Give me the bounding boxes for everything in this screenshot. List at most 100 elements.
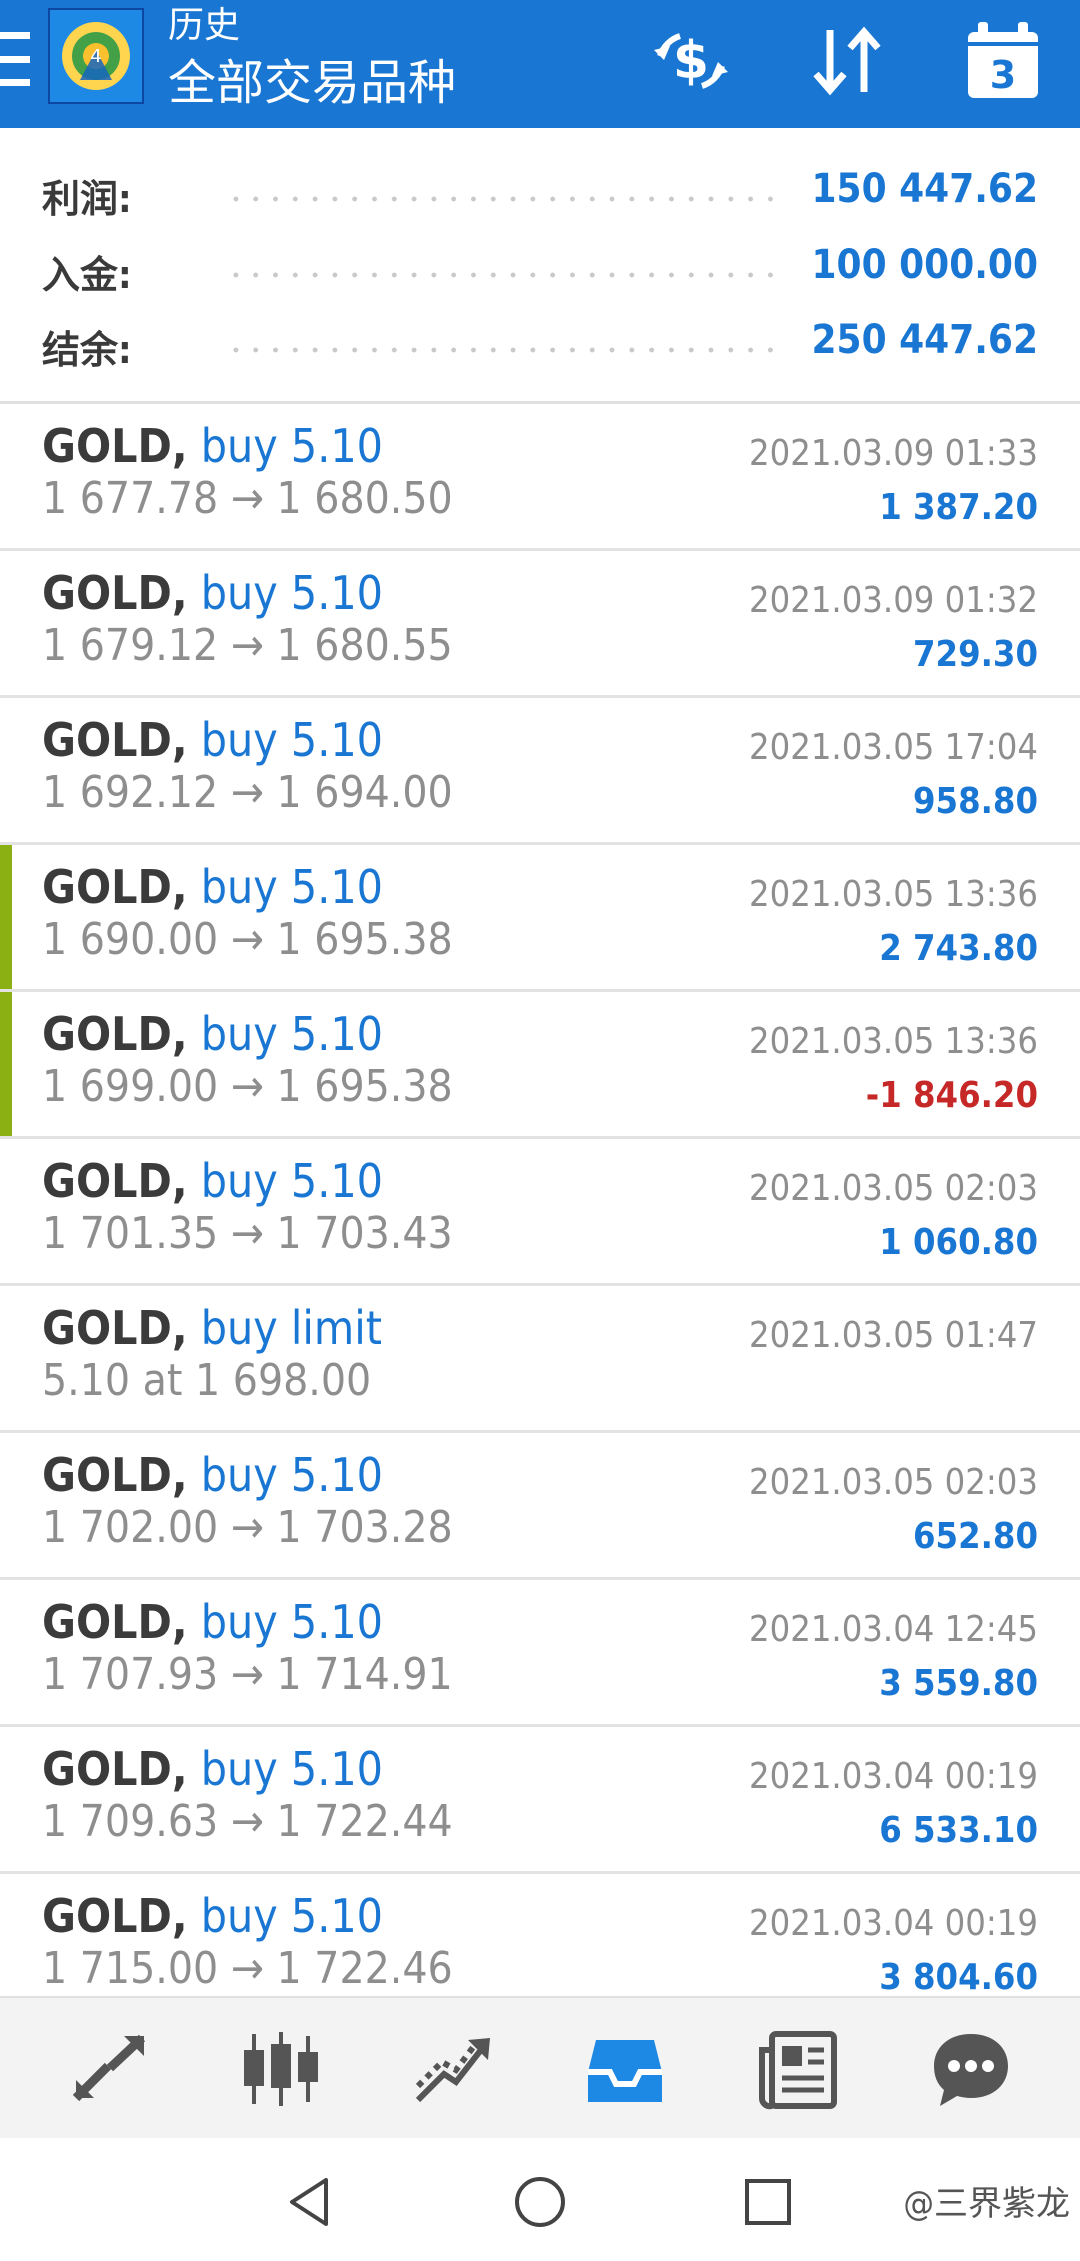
trade-action: buy 5.10	[200, 860, 383, 914]
trade-prices: 1 679.12 → 1 680.55	[42, 620, 453, 671]
trade-time: 2021.03.09 01:32	[749, 580, 1038, 621]
trade-symbol: GOLD,	[42, 1007, 188, 1061]
trade-row[interactable]: GOLD, buy 5.10 1 692.12 → 1 694.00 2021.03…	[0, 698, 1080, 845]
trade-prices: 1 709.63 → 1 722.44	[42, 1796, 453, 1847]
summary-panel: 利润: 150 447.62 入金: 100 000.00 结余: 250 44…	[0, 128, 1080, 404]
deposit-value: 100 000.00	[811, 242, 1038, 288]
trade-action: buy limit	[200, 1301, 382, 1355]
trade-prices: 1 692.12 → 1 694.00	[42, 767, 453, 818]
summary-row-balance: 结余: 250 447.62	[0, 313, 1080, 377]
svg-text:4: 4	[90, 46, 101, 67]
trade-row[interactable]: GOLD, buy 5.10 1 699.00 → 1 695.38 2021.03…	[0, 992, 1080, 1139]
deposit-label: 入金:	[42, 253, 132, 297]
trade-title: GOLD, buy 5.10	[42, 1741, 383, 1797]
trade-icon[interactable]	[410, 2026, 496, 2112]
history-icon[interactable]	[582, 2026, 668, 2112]
trade-row[interactable]: GOLD, buy 5.10 1 707.93 → 1 714.91 2021.03…	[0, 1580, 1080, 1727]
leader-dots	[226, 347, 785, 353]
news-icon[interactable]	[756, 2026, 842, 2112]
quotes-icon[interactable]	[66, 2026, 152, 2112]
trade-title: GOLD, buy 5.10	[42, 418, 383, 474]
leader-dots	[226, 196, 785, 202]
trade-time: 2021.03.05 17:04	[749, 727, 1038, 768]
sort-icon[interactable]	[804, 18, 890, 104]
trade-row[interactable]: GOLD, buy 5.10 1 677.78 → 1 680.50 2021.03…	[0, 404, 1080, 551]
page-title[interactable]: 全部交易品种	[168, 52, 456, 114]
trade-profit: 958.80	[913, 781, 1038, 822]
trade-time: 2021.03.05 02:03	[749, 1168, 1038, 1209]
trade-prices: 1 677.78 → 1 680.50	[42, 473, 453, 524]
trade-profit: 1 060.80	[879, 1222, 1038, 1263]
trade-row[interactable]: GOLD, buy limit 5.10 at 1 698.00 2021.03.0…	[0, 1286, 1080, 1433]
trade-title: GOLD, buy 5.10	[42, 1153, 383, 1209]
trade-row[interactable]: GOLD, buy 5.10 1 709.63 → 1 722.44 2021.03…	[0, 1727, 1080, 1874]
trade-action: buy 5.10	[200, 1448, 383, 1502]
trade-prices: 1 701.35 → 1 703.43	[42, 1208, 453, 1259]
trade-symbol: GOLD,	[42, 1889, 188, 1943]
trade-profit: 3 559.80	[879, 1663, 1038, 1704]
trade-prices: 1 715.00 → 1 722.46	[42, 1943, 453, 1994]
balance-label: 结余:	[42, 328, 132, 372]
summary-row-deposit: 入金: 100 000.00	[0, 238, 1080, 302]
chat-icon[interactable]	[928, 2026, 1014, 2112]
trade-symbol: GOLD,	[42, 1742, 188, 1796]
calendar-day: 3	[990, 53, 1016, 97]
trade-row[interactable]: GOLD, buy 5.10 1 679.12 → 1 680.55 2021.03…	[0, 551, 1080, 698]
trade-action: buy 5.10	[200, 713, 383, 767]
profit-label: 利润:	[42, 177, 132, 221]
trade-profit: 6 533.10	[879, 1810, 1038, 1851]
trade-title: GOLD, buy 5.10	[42, 859, 383, 915]
trade-action: buy 5.10	[200, 566, 383, 620]
trade-prices: 1 690.00 → 1 695.38	[42, 914, 453, 965]
trade-time: 2021.03.05 01:47	[749, 1315, 1038, 1356]
back-icon[interactable]	[282, 2172, 342, 2232]
trade-title: GOLD, buy 5.10	[42, 1594, 383, 1650]
chart-icon[interactable]	[238, 2026, 324, 2112]
system-navigation-bar: @三界紫龙	[0, 2138, 1080, 2261]
trade-row[interactable]: GOLD, buy 5.10 1 690.00 → 1 695.38 2021.03…	[0, 845, 1080, 992]
trade-row[interactable]: GOLD, buy 5.10 1 702.00 → 1 703.28 2021.03…	[0, 1433, 1080, 1580]
recents-icon[interactable]	[738, 2172, 798, 2232]
trade-symbol: GOLD,	[42, 419, 188, 473]
app-logo-icon: 4	[48, 8, 144, 104]
trade-profit: 2 743.80	[879, 928, 1038, 969]
watermark: @三界紫龙	[903, 2184, 1070, 2224]
trade-profit: 3 804.60	[879, 1957, 1038, 1998]
calendar-icon[interactable]: 3	[960, 18, 1046, 104]
profit-value: 150 447.62	[811, 166, 1038, 212]
trade-profit: -1 846.20	[865, 1075, 1038, 1116]
trade-history-list: GOLD, buy 5.10 1 677.78 → 1 680.50 2021.03…	[0, 404, 1080, 2021]
trade-time: 2021.03.05 02:03	[749, 1462, 1038, 1503]
svg-text:$: $	[673, 31, 709, 91]
trade-symbol: GOLD,	[42, 1154, 188, 1208]
trade-action: buy 5.10	[200, 419, 383, 473]
trade-prices: 1 707.93 → 1 714.91	[42, 1649, 453, 1700]
trade-symbol: GOLD,	[42, 1301, 188, 1355]
trade-time: 2021.03.05 13:36	[749, 874, 1038, 915]
page-subtitle: 历史	[168, 5, 241, 46]
menu-icon[interactable]	[0, 32, 32, 86]
trade-symbol: GOLD,	[42, 713, 188, 767]
trade-symbol: GOLD,	[42, 1448, 188, 1502]
trade-action: buy 5.10	[200, 1154, 383, 1208]
trade-title: GOLD, buy 5.10	[42, 1006, 383, 1062]
trade-title: GOLD, buy 5.10	[42, 1447, 383, 1503]
trade-time: 2021.03.04 00:19	[749, 1756, 1038, 1797]
trade-symbol: GOLD,	[42, 566, 188, 620]
trade-prices: 1 702.00 → 1 703.28	[42, 1502, 453, 1553]
trade-title: GOLD, buy 5.10	[42, 712, 383, 768]
trade-profit: 729.30	[913, 634, 1038, 675]
trade-time: 2021.03.04 12:45	[749, 1609, 1038, 1650]
trade-profit: 1 387.20	[879, 487, 1038, 528]
trade-row[interactable]: GOLD, buy 5.10 1 701.35 → 1 703.43 2021.03…	[0, 1139, 1080, 1286]
trade-action: buy 5.10	[200, 1595, 383, 1649]
home-icon[interactable]	[510, 2172, 570, 2232]
trade-action: buy 5.10	[200, 1007, 383, 1061]
symbol-filter-icon[interactable]: $	[648, 18, 734, 104]
app-bar: 4 历史 全部交易品种 $ 3	[0, 0, 1080, 128]
trade-title: GOLD, buy 5.10	[42, 565, 383, 621]
trade-title: GOLD, buy 5.10	[42, 1888, 383, 1944]
summary-row-profit: 利润: 150 447.62	[0, 162, 1080, 226]
trade-action: buy 5.10	[200, 1742, 383, 1796]
trade-symbol: GOLD,	[42, 860, 188, 914]
